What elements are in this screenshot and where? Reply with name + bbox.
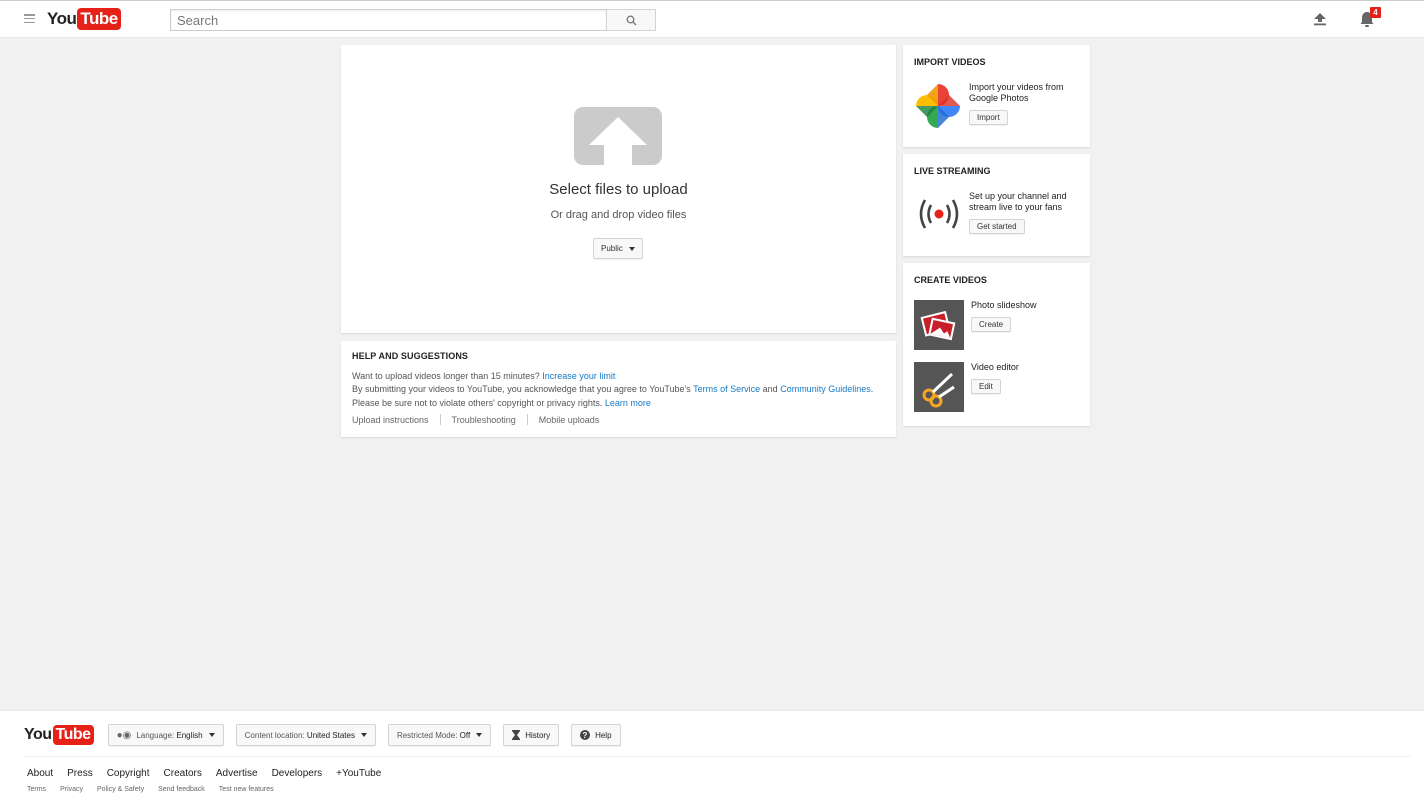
restricted-mode-dropdown[interactable]: Restricted Mode: Off [387,724,492,746]
language-dropdown[interactable]: ●◉ Language: English [107,724,224,746]
search-button[interactable] [606,9,656,31]
photo-slideshow-thumbnail[interactable] [914,300,964,350]
live-broadcast-icon [919,199,959,229]
upload-card[interactable]: Select files to upload Or drag and drop … [341,45,896,333]
copyright-link[interactable]: Copyright [107,768,150,779]
privacy-dropdown[interactable]: Public [593,238,643,259]
divider [526,414,528,425]
help-line-terms: By submitting your videos to YouTube, yo… [352,384,874,394]
footer-youtube-logo[interactable]: You Tube [24,725,94,745]
advertise-link[interactable]: Advertise [216,768,258,779]
community-guidelines-link[interactable]: Community Guidelines [780,384,871,394]
get-started-button[interactable]: Get started [969,219,1025,234]
notifications-bell-icon[interactable]: 4 [1359,7,1381,29]
privacy-link[interactable]: Privacy [60,786,83,793]
upload-icon[interactable] [1313,12,1327,31]
top-bar: You Tube 4 [0,0,1424,38]
search-icon [626,15,636,25]
help-links: Upload instructions Troubleshooting Mobi… [352,414,599,425]
chevron-down-icon [360,733,367,737]
chevron-down-icon [208,733,215,737]
footer-secondary-links: Terms Privacy Policy & Safety Send feedb… [27,786,288,793]
plus-youtube-link[interactable]: +YouTube [336,768,381,779]
upload-arrow-icon[interactable] [574,107,662,165]
upload-instructions-link[interactable]: Upload instructions [352,415,429,425]
help-title: HELP AND SUGGESTIONS [352,351,469,361]
photo-slideshow-label: Photo slideshow [971,300,1037,310]
divider [24,756,1410,757]
developers-link[interactable]: Developers [272,768,323,779]
help-line-limit: Want to upload videos longer than 15 min… [352,371,616,381]
google-photos-icon [916,84,960,128]
create-videos-title: CREATE VIDEOS [914,275,987,285]
menu-icon[interactable] [24,14,35,23]
photo-slideshow-icon [920,310,956,341]
live-streaming-text: Set up your channel and stream live to y… [969,191,1067,212]
import-videos-card: IMPORT VIDEOS Import your videos from Go… [903,45,1090,147]
notification-badge: 4 [1370,7,1381,18]
press-link[interactable]: Press [67,768,93,779]
about-link[interactable]: About [27,768,53,779]
video-editor-thumbnail[interactable] [914,362,964,412]
scissors-icon [922,372,955,408]
content-location-dropdown[interactable]: Content location: United States [235,724,376,746]
history-button[interactable]: History [503,724,560,746]
svg-text:?: ? [583,731,588,740]
live-streaming-card: LIVE STREAMING Set up your channel and s… [903,154,1090,256]
send-feedback-link[interactable]: Send feedback [158,786,205,793]
youtube-logo[interactable]: You Tube [47,8,121,30]
creators-link[interactable]: Creators [164,768,202,779]
help-button[interactable]: ? Help [571,724,621,746]
divider [439,414,441,425]
chevron-down-icon [628,246,635,251]
terms-link[interactable]: Terms [27,786,46,793]
help-icon: ? [580,730,591,740]
terms-of-service-link[interactable]: Terms of Service [693,384,760,394]
increase-limit-link[interactable]: Increase your limit [542,371,615,381]
troubleshooting-link[interactable]: Troubleshooting [452,415,516,425]
mobile-uploads-link[interactable]: Mobile uploads [539,415,600,425]
help-line-copyright: Please be sure not to violate others' co… [352,398,651,408]
import-videos-text: Import your videos from Google Photos [969,82,1064,103]
create-videos-card: CREATE VIDEOS Photo slideshow Create Vid… [903,263,1090,426]
hourglass-icon [512,730,521,740]
import-videos-title: IMPORT VIDEOS [914,57,986,67]
footer-controls: You Tube ●◉ Language: English Content lo… [24,723,633,747]
privacy-value: Public [601,244,623,253]
import-button[interactable]: Import [969,110,1008,125]
upload-subtitle: Or drag and drop video files [550,209,687,221]
help-card: HELP AND SUGGESTIONS Want to upload vide… [341,341,896,437]
policy-safety-link[interactable]: Policy & Safety [97,786,144,793]
test-new-features-link[interactable]: Test new features [219,786,274,793]
live-streaming-title: LIVE STREAMING [914,166,991,176]
search-bar [170,9,656,31]
footer: You Tube ●◉ Language: English Content lo… [0,710,1424,794]
upload-title: Select files to upload [549,181,688,198]
video-editor-label: Video editor [971,362,1019,372]
search-input[interactable] [170,9,606,31]
footer-primary-links: About Press Copyright Creators Advertise… [27,768,395,779]
create-button[interactable]: Create [971,317,1012,332]
edit-button[interactable]: Edit [971,379,1001,394]
chevron-down-icon [476,733,483,737]
learn-more-link[interactable]: Learn more [605,398,651,408]
language-icon: ●◉ [116,729,132,741]
